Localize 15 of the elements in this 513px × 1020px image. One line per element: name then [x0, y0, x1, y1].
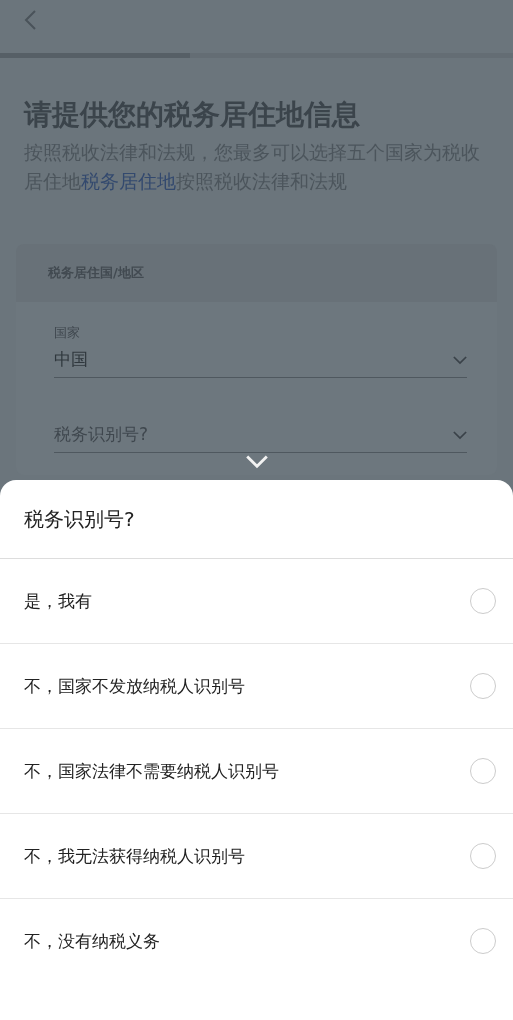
sheet-title: 税务识别号? — [24, 505, 135, 533]
option-label: 不，国家不发放纳税人识别号 — [24, 674, 245, 698]
option-label: 不，国家法律不需要纳税人识别号 — [24, 759, 279, 783]
field-value: 中国 — [54, 348, 88, 371]
option-row[interactable]: 不，没有纳税义务 — [0, 899, 513, 983]
chevron-down-icon — [453, 431, 467, 440]
back-icon[interactable] — [24, 10, 36, 30]
option-row[interactable]: 是，我有 — [0, 559, 513, 644]
option-row[interactable]: 不，我无法获得纳税人识别号 — [0, 814, 513, 899]
option-label: 不，我无法获得纳税人识别号 — [24, 844, 245, 868]
option-label: 不，没有纳税义务 — [24, 929, 160, 953]
option-row[interactable]: 不，国家法律不需要纳税人识别号 — [0, 729, 513, 814]
option-label: 是，我有 — [24, 589, 92, 613]
option-row[interactable]: 不，国家不发放纳税人识别号 — [0, 644, 513, 729]
chevron-down-icon — [453, 356, 467, 365]
